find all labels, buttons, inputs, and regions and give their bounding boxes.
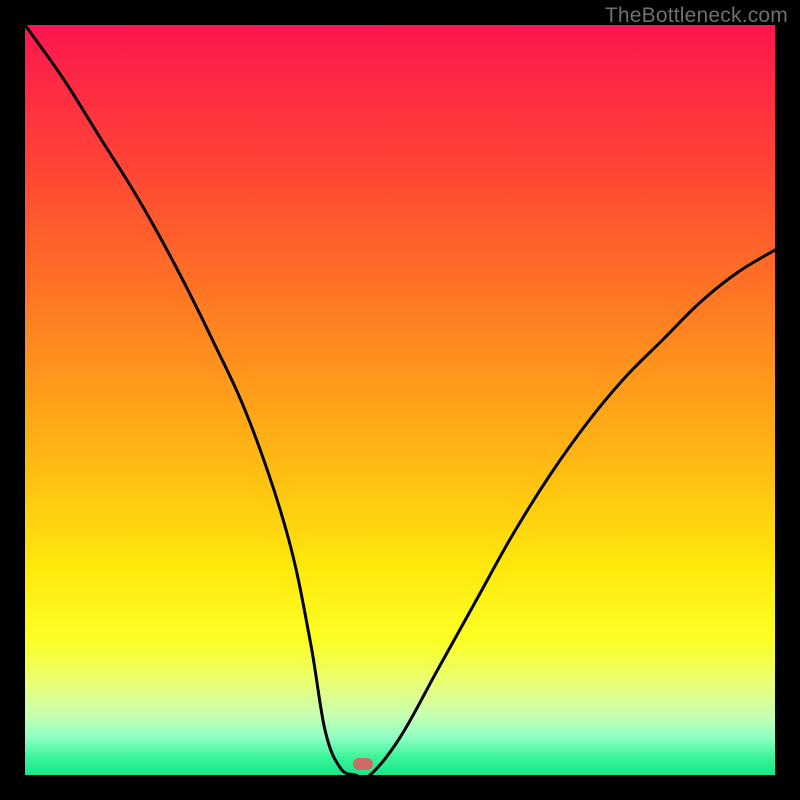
optimal-point-marker — [353, 758, 373, 770]
watermark-text: TheBottleneck.com — [605, 4, 788, 28]
bottleneck-curve — [25, 25, 775, 775]
plot-area — [25, 25, 775, 775]
curve-path — [25, 25, 775, 775]
chart-stage: TheBottleneck.com — [0, 0, 800, 800]
